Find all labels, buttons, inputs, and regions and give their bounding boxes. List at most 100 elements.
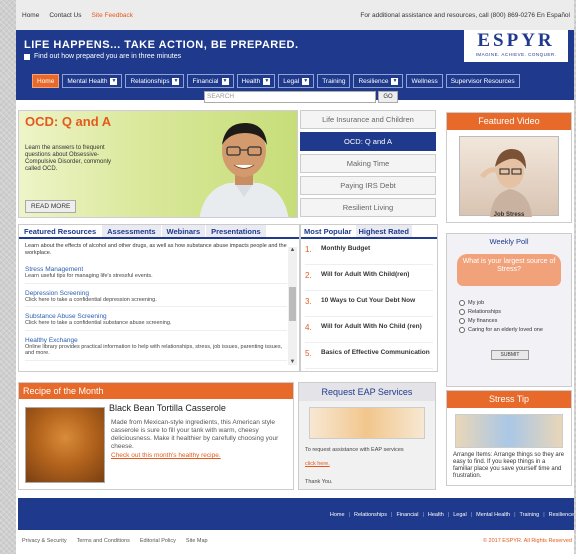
tab-assessments[interactable]: Assessments (102, 225, 161, 237)
dropdown-icon: ▼ (263, 77, 271, 85)
poll-option[interactable]: Caring for an elderly loved one (459, 327, 571, 333)
list-item[interactable]: Substance Abuse Screening Click here to … (25, 313, 287, 331)
video-area: Job Stress (447, 130, 571, 222)
radio-button[interactable] (459, 309, 465, 315)
footer-link[interactable]: Mental Health (476, 512, 510, 518)
popular-title[interactable]: Monthly Budget (321, 245, 370, 253)
popular-title[interactable]: 10 Ways to Cut Your Debt Now (321, 297, 415, 305)
popular-rank: 4. (305, 323, 312, 332)
hero-menu-item[interactable]: Life Insurance and Children (300, 110, 436, 129)
chevron-up-icon[interactable]: ▲ (288, 247, 297, 253)
separator: | (391, 512, 393, 518)
footer-link[interactable]: Relationships (354, 512, 387, 518)
tab-most-popular[interactable]: Most Popular (301, 225, 355, 237)
list-item-title[interactable]: Stress Management (25, 266, 287, 273)
search-go-button[interactable]: GO (378, 91, 398, 103)
popular-item[interactable]: 5. Basics of Effective Communication (305, 349, 433, 369)
tab-presentations[interactable]: Presentations (206, 225, 266, 237)
nav-label: Health (241, 77, 261, 85)
nav-label: Wellness (411, 77, 438, 85)
footer-link[interactable]: Financial (396, 512, 418, 518)
top-link-feedback[interactable]: Site Feedback (92, 12, 134, 19)
popular-rank: 3. (305, 297, 312, 306)
list-item[interactable]: Depression Screening Click here to take … (25, 290, 287, 307)
weekly-poll-box: Weekly Poll What is your largest source … (446, 233, 572, 387)
popular-rank: 5. (305, 349, 312, 358)
hero-menu-item[interactable]: Resilient Living (300, 198, 436, 217)
nav-mental-health[interactable]: Mental Health ▼ (62, 74, 123, 88)
list-item-title[interactable]: Depression Screening (25, 290, 287, 297)
footer-link[interactable]: Resilience (549, 512, 574, 518)
tab-webinars[interactable]: Webinars (161, 225, 206, 237)
tab-featured-resources[interactable]: Featured Resources (19, 225, 102, 237)
list-item-title[interactable]: Healthy Exchange (25, 337, 287, 344)
list-item-desc: Learn useful tips for managing life's st… (25, 273, 153, 279)
header-subline[interactable]: Find out how prepared you are in three m… (24, 53, 181, 60)
poll-option[interactable]: Relationships (459, 309, 571, 315)
nav-wellness[interactable]: Wellness (406, 74, 443, 88)
popular-item[interactable]: 4. Will for Adult With No Child (ren) (305, 323, 433, 343)
tab-highest-rated[interactable]: Highest Rated (355, 225, 412, 237)
dropdown-icon: ▼ (110, 77, 118, 85)
popular-title[interactable]: Basics of Effective Communication (321, 349, 430, 357)
nav-training[interactable]: Training (317, 74, 351, 88)
scrollbar-thumb[interactable] (289, 287, 296, 321)
nav-supervisor-resources[interactable]: Supervisor Resources (445, 74, 520, 88)
header-tagline[interactable]: LIFE HAPPENS... TAKE ACTION, BE PREPARED… (24, 39, 299, 51)
top-link-home[interactable]: Home (22, 12, 39, 19)
top-bar: Home Contact Us Site Feedback For additi… (16, 0, 574, 30)
list-item[interactable]: Stress Management Learn useful tips for … (25, 266, 287, 284)
hero-person-image (199, 123, 289, 217)
casserole-image (25, 407, 105, 483)
popular-item[interactable]: 1. Monthly Budget (305, 245, 433, 265)
poll-option-label: My job (468, 300, 485, 306)
bottom-link-editorial[interactable]: Editorial Policy (140, 538, 176, 544)
recipe-panel: Recipe of the Month Black Bean Tortilla … (18, 382, 294, 490)
list-item[interactable]: Healthy Exchange Online library provides… (25, 337, 287, 361)
bottom-link-sitemap[interactable]: Site Map (186, 538, 208, 544)
popular-item[interactable]: 3. 10 Ways to Cut Your Debt Now (305, 297, 433, 317)
poll-option[interactable]: My finances (459, 318, 571, 324)
eap-services-panel: Request EAP Services To request assistan… (298, 382, 436, 490)
list-item-title[interactable]: Substance Abuse Screening (25, 313, 287, 320)
hero-menu-item[interactable]: Paying IRS Debt (300, 176, 436, 195)
nav-health[interactable]: Health ▼ (236, 74, 276, 88)
poll-option[interactable]: My job (459, 300, 571, 306)
top-link-contact[interactable]: Contact Us (49, 12, 81, 19)
radio-button[interactable] (459, 327, 465, 333)
radio-button[interactable] (459, 318, 465, 324)
featured-scrollbar[interactable]: ▲ ▼ (288, 247, 297, 365)
hero-banner: OCD: Q and A Learn the answers to freque… (18, 110, 298, 218)
read-more-button[interactable]: READ MORE (25, 200, 77, 213)
nav-relationships[interactable]: Relationships ▼ (125, 74, 185, 88)
chevron-down-icon[interactable]: ▼ (288, 359, 297, 365)
eap-link[interactable]: click here. (305, 461, 330, 467)
video-thumbnail[interactable] (459, 136, 559, 217)
recipe-title: Black Bean Tortilla Casserole (109, 403, 226, 413)
nav-resilience[interactable]: Resilience ▼ (353, 74, 404, 88)
search-input[interactable]: SEARCH (204, 91, 376, 103)
hero-menu-item-active[interactable]: OCD: Q and A (300, 132, 436, 151)
espyr-logo[interactable]: ESPYR IMAGINE. ACHIEVE. CONQUER. (464, 30, 568, 62)
hero-description: Learn the answers to frequent questions … (25, 145, 112, 172)
dropdown-icon: ▼ (391, 77, 399, 85)
bottom-link-privacy[interactable]: Privacy & Security (22, 538, 67, 544)
radio-button[interactable] (459, 300, 465, 306)
popular-title[interactable]: Will for Adult With No Child (ren) (321, 323, 422, 331)
popular-title[interactable]: Will for Adult With Child(ren) (321, 271, 409, 279)
recipe-link[interactable]: Check out this month's healthy recipe. (111, 452, 221, 459)
footer-link[interactable]: Training (520, 512, 540, 518)
woman-stress-image (480, 149, 532, 217)
nav-legal[interactable]: Legal ▼ (278, 74, 315, 88)
nav-home[interactable]: Home (32, 74, 60, 88)
nav-financial[interactable]: Financial ▼ (187, 74, 234, 88)
poll-submit-button[interactable]: SUBMIT (491, 350, 529, 360)
popular-item[interactable]: 2. Will for Adult With Child(ren) (305, 271, 433, 291)
poll-question: What is your largest source of Stress? (457, 254, 561, 286)
footer-link[interactable]: Home (330, 512, 345, 518)
bottom-link-terms[interactable]: Terms and Conditions (77, 538, 130, 544)
hero-menu-item[interactable]: Making Time (300, 154, 436, 173)
footer-link[interactable]: Legal (453, 512, 466, 518)
footer-link[interactable]: Health (428, 512, 444, 518)
recipe-header: Recipe of the Month (19, 383, 293, 399)
